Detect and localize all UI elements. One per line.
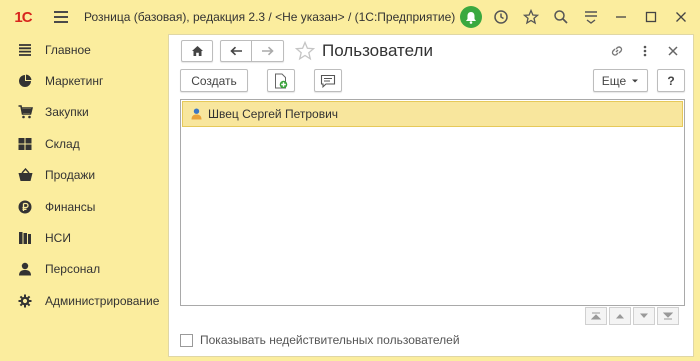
search-icon[interactable] <box>546 4 576 30</box>
scroll-last-button[interactable] <box>657 307 679 325</box>
close-icon[interactable] <box>666 4 696 30</box>
sidebar-item-finance[interactable]: Финансы <box>0 191 168 222</box>
back-button[interactable] <box>220 40 252 62</box>
more-actions-button[interactable]: Еще <box>593 69 648 92</box>
menu-lines-icon <box>17 42 33 58</box>
sidebar-item-label: Продажи <box>45 168 96 183</box>
gear-icon <box>17 293 33 309</box>
copy-add-button[interactable] <box>267 69 295 92</box>
close-form-icon[interactable] <box>663 41 683 61</box>
cart-icon <box>17 104 33 120</box>
sidebar-item-warehouse[interactable]: Склад <box>0 128 168 159</box>
favorites-star-icon[interactable] <box>516 4 546 30</box>
user-icon <box>191 108 202 120</box>
scroll-first-button[interactable] <box>585 307 607 325</box>
main-menu-icon[interactable] <box>50 6 72 28</box>
sections-panel: Главное Маркетинг Закупки Склад Продажи … <box>0 34 168 361</box>
page-title: Пользователи <box>322 41 433 60</box>
sidebar-item-label: Склад <box>45 136 80 151</box>
sidebar-item-label: Финансы <box>45 199 96 214</box>
settings-menu-icon[interactable] <box>576 4 606 30</box>
users-list[interactable]: Швец Сергей Петрович <box>180 99 685 306</box>
link-icon[interactable] <box>607 41 627 61</box>
app-logo: 1С <box>14 8 32 26</box>
sidebar-item-administration[interactable]: Администрирование <box>0 285 168 316</box>
show-inactive-label: Показывать недействительных пользователе… <box>200 333 460 347</box>
sidebar-item-label: Маркетинг <box>45 74 104 89</box>
ruble-coin-icon <box>17 199 33 215</box>
send-message-button[interactable] <box>314 69 342 92</box>
help-button[interactable]: ? <box>657 69 685 92</box>
books-icon <box>17 230 33 246</box>
sidebar-item-sales[interactable]: Продажи <box>0 160 168 191</box>
forward-button[interactable] <box>252 40 284 62</box>
notifications-bell-icon[interactable] <box>460 6 482 28</box>
arrow-right-icon <box>262 46 274 56</box>
minimize-icon[interactable] <box>606 4 636 30</box>
arrow-left-icon <box>229 46 242 56</box>
scroll-up-button[interactable] <box>609 307 631 325</box>
warehouse-grid-icon <box>17 136 33 152</box>
user-name: Швец Сергей Петрович <box>208 107 339 121</box>
scroll-down-button[interactable] <box>633 307 655 325</box>
maximize-icon[interactable] <box>636 4 666 30</box>
list-scroll-controls <box>583 307 679 325</box>
title-bar: 1С Розница (базовая), редакция 2.3 / <Не… <box>0 0 700 34</box>
person-icon <box>17 261 33 277</box>
show-inactive-checkbox[interactable] <box>180 333 193 347</box>
sidebar-item-label: Администрирование <box>45 293 160 308</box>
sidebar-item-main[interactable]: Главное <box>0 34 168 65</box>
sidebar-item-label: НСИ <box>45 231 71 246</box>
sidebar-item-label: Закупки <box>45 105 89 120</box>
pie-chart-icon <box>17 73 33 89</box>
sidebar-item-personnel[interactable]: Персонал <box>0 254 168 285</box>
add-document-icon <box>275 73 288 88</box>
home-icon <box>191 46 203 56</box>
favorite-star-icon[interactable] <box>294 40 316 62</box>
sidebar-item-purchases[interactable]: Закупки <box>0 97 168 128</box>
list-item[interactable]: Швец Сергей Петрович <box>182 101 683 127</box>
users-form: Пользователи Создать Еще ? Швец Сергей П… <box>168 34 694 357</box>
message-icon <box>320 74 336 88</box>
home-button[interactable] <box>181 40 213 62</box>
history-icon[interactable] <box>486 4 516 30</box>
more-vertical-icon[interactable] <box>635 41 655 61</box>
app-title: Розница (базовая), редакция 2.3 / <Не ук… <box>84 10 456 24</box>
chevron-down-icon <box>632 79 639 82</box>
sidebar-item-label: Главное <box>45 42 91 57</box>
create-button[interactable]: Создать <box>180 69 248 92</box>
sidebar-item-marketing[interactable]: Маркетинг <box>0 65 168 96</box>
basket-icon <box>17 167 33 183</box>
more-actions-label: Еще <box>601 73 627 88</box>
sidebar-item-reference[interactable]: НСИ <box>0 222 168 253</box>
sidebar-item-label: Персонал <box>45 262 101 277</box>
